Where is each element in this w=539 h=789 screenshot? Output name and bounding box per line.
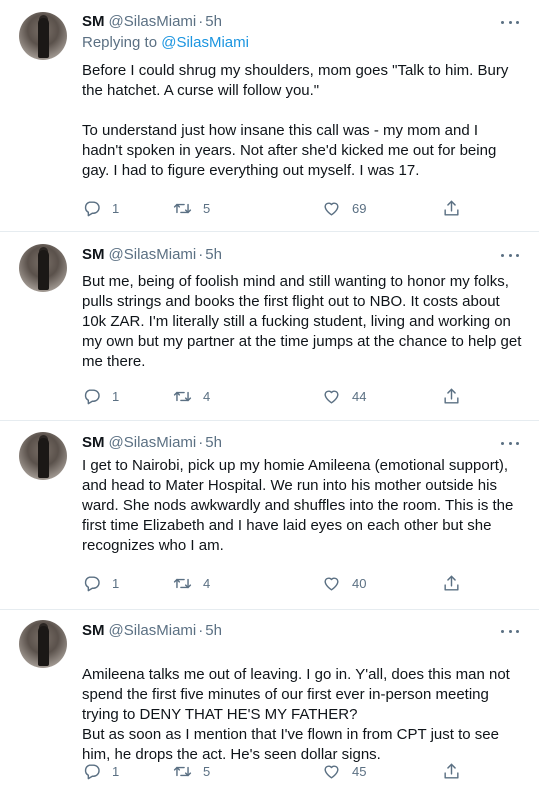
- separator-dot: ·: [198, 13, 204, 30]
- like-button[interactable]: 45: [322, 761, 366, 781]
- heart-icon: [324, 577, 339, 591]
- tweet-paragraph: I get to Nairobi, pick up my homie Amile…: [82, 457, 514, 554]
- avatar[interactable]: [19, 620, 67, 668]
- timestamp[interactable]: 5h: [205, 246, 222, 263]
- separator-dot: ·: [198, 246, 204, 263]
- retweet-button[interactable]: 4: [173, 386, 210, 406]
- like-count: 45: [352, 763, 367, 779]
- timestamp[interactable]: 5h: [205, 434, 222, 451]
- retweet-icon: [173, 203, 192, 213]
- retweet-button[interactable]: 4: [173, 573, 210, 593]
- like-button[interactable]: 44: [322, 386, 366, 406]
- tweet-header: SM @SilasMiami · 5h: [82, 433, 222, 453]
- share-button[interactable]: [442, 573, 461, 593]
- retweet-button[interactable]: 5: [173, 761, 210, 781]
- retweet-icon: [173, 578, 192, 588]
- user-handle[interactable]: @SilasMiami: [109, 622, 197, 639]
- more-options-icon[interactable]: [501, 437, 519, 449]
- like-count: 44: [352, 388, 367, 404]
- share-icon: [444, 388, 459, 404]
- more-options-icon[interactable]: [501, 16, 519, 28]
- replying-to-label: Replying to: [82, 34, 158, 51]
- share-icon: [444, 763, 459, 779]
- reply-button[interactable]: 1: [82, 386, 119, 406]
- reply-count: 1: [112, 575, 120, 591]
- reply-button[interactable]: 1: [82, 198, 119, 218]
- reply-count: 1: [112, 388, 120, 404]
- retweet-button[interactable]: 5: [173, 198, 210, 218]
- timestamp[interactable]: 5h: [205, 13, 222, 30]
- display-name[interactable]: SM: [82, 13, 105, 30]
- tweet-text: But me, being of foolish mind and still …: [82, 272, 522, 372]
- reply-count: 1: [112, 200, 120, 216]
- user-handle[interactable]: @SilasMiami: [109, 246, 197, 263]
- retweet-icon: [173, 766, 192, 776]
- separator-dot: ·: [198, 434, 204, 451]
- tweet-actions: 1 5 69: [82, 198, 472, 218]
- share-button[interactable]: [442, 761, 461, 781]
- share-button[interactable]: [442, 386, 461, 406]
- tweet-paragraph: But me, being of foolish mind and still …: [82, 273, 522, 370]
- reply-button[interactable]: 1: [82, 761, 119, 781]
- like-count: 40: [352, 575, 367, 591]
- tweet-paragraph: Before I could shrug my shoulders, mom g…: [82, 62, 509, 99]
- tweet-actions: 1 5 45: [82, 761, 472, 781]
- user-handle[interactable]: @SilasMiami: [109, 13, 197, 30]
- tweet[interactable]: SM @SilasMiami · 5h Replying to @SilasMiami…: [0, 12, 539, 232]
- reply-icon: [84, 763, 100, 779]
- reply-icon: [84, 388, 100, 404]
- share-button[interactable]: [442, 198, 461, 218]
- tweet-header: SM @SilasMiami · 5h: [82, 245, 222, 265]
- display-name[interactable]: SM: [82, 622, 105, 639]
- reply-icon: [84, 575, 100, 591]
- avatar[interactable]: [19, 12, 67, 60]
- retweet-icon: [173, 391, 192, 401]
- more-options-icon[interactable]: [501, 249, 519, 261]
- replying-to: Replying to @SilasMiami: [82, 33, 249, 53]
- separator-dot: ·: [198, 622, 204, 639]
- avatar[interactable]: [19, 244, 67, 292]
- tweet-actions: 1 4 44: [82, 386, 472, 406]
- user-handle[interactable]: @SilasMiami: [109, 434, 197, 451]
- tweet-paragraph: To understand just how insane this call …: [82, 122, 497, 179]
- tweet[interactable]: SM @SilasMiami · 5h But me, being of foolis…: [0, 233, 539, 421]
- tweet-header: SM @SilasMiami · 5h: [82, 621, 222, 641]
- tweet-header: SM @SilasMiami · 5h: [82, 12, 222, 32]
- timestamp[interactable]: 5h: [205, 622, 222, 639]
- display-name[interactable]: SM: [82, 246, 105, 263]
- tweet-text: Before I could shrug my shoulders, mom g…: [82, 61, 522, 181]
- tweet-actions: 1 4 40: [82, 573, 472, 593]
- tweet-timeline: SM @SilasMiami · 5h Replying to @SilasMiami…: [0, 0, 539, 789]
- tweet-text: I get to Nairobi, pick up my homie Amile…: [82, 456, 522, 556]
- heart-icon: [324, 765, 339, 779]
- heart-icon: [324, 390, 339, 404]
- reply-button[interactable]: 1: [82, 573, 119, 593]
- tweet-paragraph: Amileena talks me out of leaving. I go i…: [82, 666, 510, 763]
- replying-to-link[interactable]: @SilasMiami: [161, 34, 249, 51]
- retweet-count: 4: [203, 388, 211, 404]
- retweet-count: 5: [203, 763, 211, 779]
- share-icon: [444, 200, 459, 216]
- like-button[interactable]: 40: [322, 573, 366, 593]
- more-options-icon[interactable]: [501, 625, 519, 637]
- share-icon: [444, 575, 459, 591]
- display-name[interactable]: SM: [82, 434, 105, 451]
- like-button[interactable]: 69: [322, 198, 366, 218]
- like-count: 69: [352, 200, 367, 216]
- reply-icon: [84, 200, 100, 216]
- avatar[interactable]: [19, 432, 67, 480]
- tweet[interactable]: SM @SilasMiami · 5h I get to Nairobi, pick …: [0, 422, 539, 610]
- retweet-count: 4: [203, 575, 211, 591]
- retweet-count: 5: [203, 200, 211, 216]
- heart-icon: [324, 202, 339, 216]
- tweet[interactable]: SM @SilasMiami · 5h Amileena talks me out o…: [0, 611, 539, 789]
- reply-count: 1: [112, 763, 120, 779]
